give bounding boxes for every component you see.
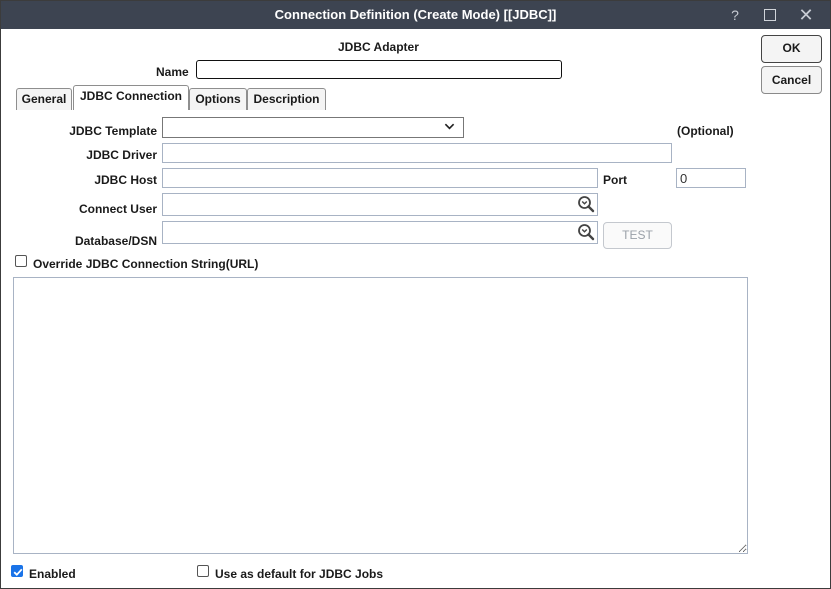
connect-user-label: Connect User	[78, 202, 157, 216]
cancel-button[interactable]: Cancel	[761, 66, 822, 94]
maximize-icon[interactable]	[755, 1, 785, 29]
tab-jdbc-connection[interactable]: JDBC Connection	[73, 85, 189, 110]
connect-user-input[interactable]	[162, 193, 598, 216]
jdbc-driver-label: JDBC Driver	[86, 148, 157, 162]
checkmark-icon	[13, 568, 23, 576]
default-jobs-checkbox[interactable]	[197, 565, 209, 577]
name-label: Name	[156, 65, 189, 79]
magnifier-lookup-icon[interactable]	[577, 195, 595, 213]
jdbc-template-label: JDBC Template	[69, 124, 157, 138]
default-jobs-label: Use as default for JDBC Jobs	[215, 567, 384, 581]
magnifier-lookup-icon[interactable]	[577, 223, 595, 241]
jdbc-driver-input[interactable]	[162, 143, 672, 163]
database-dsn-label: Database/DSN	[74, 234, 157, 248]
close-icon[interactable]: ✕	[791, 1, 821, 29]
jdbc-template-select[interactable]	[162, 117, 464, 138]
enabled-label: Enabled	[29, 567, 76, 581]
optional-hint: (Optional)	[677, 124, 734, 138]
override-url-checkbox[interactable]	[15, 255, 27, 267]
database-dsn-input[interactable]	[162, 221, 598, 244]
ok-button[interactable]: OK	[761, 35, 822, 63]
title-bar: Connection Definition (Create Mode) [[JD…	[1, 1, 830, 29]
port-label: Port	[603, 173, 627, 187]
name-input[interactable]	[196, 60, 562, 79]
port-input[interactable]	[676, 168, 746, 188]
tab-description[interactable]: Description	[247, 88, 326, 110]
enabled-checkbox[interactable]	[11, 565, 23, 577]
help-icon[interactable]: ?	[720, 1, 750, 29]
chevron-down-icon	[444, 123, 455, 130]
adapter-title: JDBC Adapter	[338, 40, 419, 54]
window-title: Connection Definition (Create Mode) [[JD…	[274, 7, 557, 22]
connection-url-textarea[interactable]	[13, 277, 748, 554]
tab-options[interactable]: Options	[189, 88, 247, 110]
override-url-label: Override JDBC Connection String(URL)	[33, 257, 259, 271]
test-button[interactable]: TEST	[603, 222, 672, 249]
dialog-window: Connection Definition (Create Mode) [[JD…	[0, 0, 831, 589]
jdbc-host-label: JDBC Host	[94, 173, 157, 187]
jdbc-host-input[interactable]	[162, 168, 598, 188]
tab-general[interactable]: General	[16, 88, 72, 110]
